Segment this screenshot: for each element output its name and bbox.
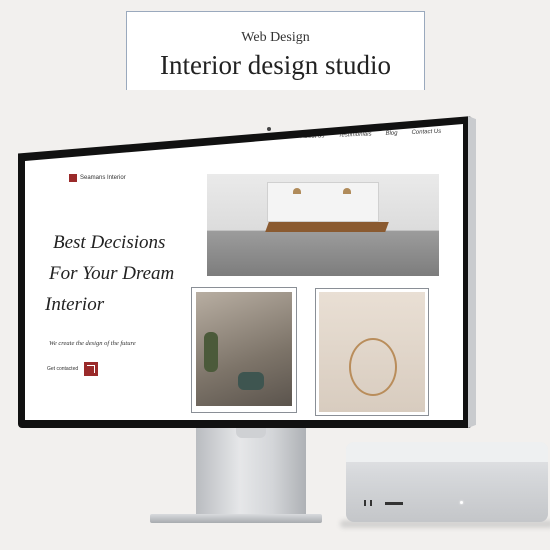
cta-label: Get contacted	[47, 366, 79, 372]
site-logo[interactable]: Seamans Interior	[69, 174, 126, 182]
kitchen-cabinets	[267, 182, 379, 222]
plant	[204, 332, 218, 372]
usb-port-icon	[364, 500, 366, 506]
arrow-up-right-icon[interactable]	[84, 362, 99, 376]
armchair	[238, 372, 264, 390]
hero-tagline: We create the design of the future	[49, 340, 136, 347]
card-title: Interior design studio	[160, 50, 391, 80]
pendant-lamp	[293, 188, 301, 194]
hero-line: Interior	[45, 294, 105, 315]
hero-heading: Best Decisions For Your Dream Interior	[45, 227, 174, 320]
dining-table	[265, 222, 389, 232]
kitchen-image	[207, 174, 439, 276]
pendant-lamp	[343, 188, 351, 194]
stairs-image	[196, 292, 292, 406]
logo-text: Seamans Interior	[80, 175, 126, 181]
monitor-edge	[468, 116, 476, 428]
sd-slot-icon	[385, 502, 403, 505]
usb-port-icon	[370, 500, 372, 506]
nav-item-blog[interactable]: Blog	[385, 130, 397, 136]
mac-studio-top	[346, 442, 548, 462]
get-contacted-button[interactable]: Get contacted	[47, 362, 99, 376]
logo-square-icon	[69, 174, 77, 182]
swing-chair-image	[319, 292, 425, 412]
power-led-icon	[460, 501, 463, 504]
monitor-foot	[150, 514, 322, 523]
camera-icon	[267, 127, 271, 131]
nav-item-contact[interactable]: Contact Us	[411, 129, 441, 136]
hanging-chair	[349, 338, 397, 396]
hero-line: For Your Dream	[49, 263, 175, 284]
card-category: Web Design	[241, 30, 310, 45]
hero-line: Best Decisions	[53, 232, 166, 253]
title-card: Web Design Interior design studio	[126, 11, 425, 90]
website-screen: Seamans Interior Our services About us T…	[25, 124, 463, 420]
